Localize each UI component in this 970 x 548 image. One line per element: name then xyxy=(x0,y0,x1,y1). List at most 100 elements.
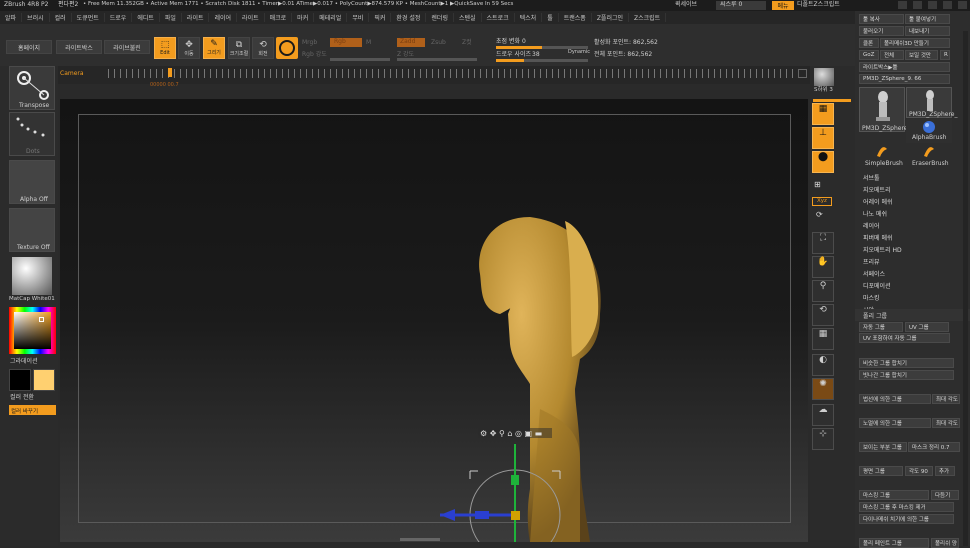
menu-item[interactable]: 레이어 xyxy=(209,13,238,22)
menu-toggle-button[interactable]: 메뉴 xyxy=(772,1,794,10)
import-button[interactable]: 불러오기 xyxy=(859,26,904,36)
perspective-button[interactable]: ▦ xyxy=(812,103,834,125)
menu-item[interactable]: 라이트 xyxy=(237,13,265,22)
polish-slider[interactable]: 폴리쉬 양 xyxy=(931,538,959,548)
transp-button[interactable]: ◐ xyxy=(812,354,834,376)
sdiv-sphere-icon[interactable] xyxy=(814,68,834,86)
tray-menu-item[interactable]: 마스킹 xyxy=(855,291,970,303)
rgb-intensity-slider[interactable] xyxy=(330,58,390,61)
see-through-slider[interactable]: 씨스루 0 xyxy=(716,1,766,10)
menu-item[interactable]: 스텐실 xyxy=(454,13,482,22)
tray-menu-item[interactable]: 서브툴 xyxy=(855,171,970,183)
lightbox-tools-button[interactable]: 라이트박스▶툴 xyxy=(859,62,950,72)
simple-brush-thumb[interactable]: SimpleBrush xyxy=(859,144,905,168)
local-button[interactable]: ⬤ xyxy=(812,151,834,173)
menu-item[interactable]: 도큐먼트 xyxy=(72,13,105,22)
timeline-end-marker[interactable] xyxy=(798,69,807,78)
make-polymesh-button[interactable]: 폴리메쉬3D 만들기 xyxy=(880,38,950,48)
group-by-normal-2-button[interactable]: 노멀에 의한 그룹 xyxy=(859,418,931,428)
menu-item[interactable]: 마커 xyxy=(292,13,315,22)
transpose-button[interactable]: Transpose xyxy=(9,66,55,110)
floor-button[interactable]: ⊥ xyxy=(812,127,834,149)
sculpt-figure[interactable] xyxy=(479,217,601,542)
live-boolean-button[interactable]: 라이브불린 xyxy=(104,40,150,54)
menu-item[interactable]: 파일 xyxy=(160,13,182,22)
minimize-icon[interactable] xyxy=(928,1,937,9)
gradient-toggle[interactable]: 그라데이션 xyxy=(10,359,38,365)
tool-thumb-zsphere-2[interactable]: PM3D_ZSphere_ xyxy=(906,87,957,118)
tool-copy-button[interactable]: 툴 복사 xyxy=(859,14,904,24)
tray-menu-item[interactable]: 서페이스 xyxy=(855,267,970,279)
masking-group-button[interactable]: 마스킹 그룹 xyxy=(859,490,929,500)
color-picker-cursor[interactable] xyxy=(39,317,44,322)
max-angle-slider[interactable]: 최대 각도 xyxy=(932,418,960,428)
r-button[interactable]: R xyxy=(940,50,950,60)
quicksave-button[interactable]: 퀵세이브 xyxy=(675,2,697,8)
weld-slider[interactable]: 마스크 정리 0.7 xyxy=(908,442,960,452)
zcut-button[interactable]: Z컷 xyxy=(462,40,472,46)
alpha-brush-thumb[interactable]: AlphaBrush xyxy=(906,119,952,143)
grid-icon[interactable]: ⊞ xyxy=(814,180,832,192)
tray-menu-item[interactable]: 지오메트리 xyxy=(855,183,970,195)
menu-item[interactable]: 툴 xyxy=(542,13,559,22)
plane-group-button[interactable]: 평면 그룹 xyxy=(859,466,903,476)
menu-item[interactable]: 에디트 xyxy=(132,13,160,22)
rgb-button[interactable]: Rgb xyxy=(330,38,362,47)
lightbox-button[interactable]: 라이트박스 xyxy=(56,40,102,54)
merge-similar-groups-button[interactable]: 비슷한 그룹 합치기 xyxy=(859,358,954,368)
auto-group-uv-button[interactable]: UV 포함하여 자동 그룹 xyxy=(859,333,950,343)
zadd-button[interactable]: Zadd xyxy=(397,38,425,47)
tray-menu-item[interactable]: 레이어 xyxy=(855,219,970,231)
dynamic-toggle[interactable]: Dynamic xyxy=(568,50,590,55)
add-button[interactable]: 추가 xyxy=(935,466,955,476)
tray-menu-item[interactable]: 나노 메쉬 xyxy=(855,207,970,219)
rotate-view-button[interactable]: ⟲ xyxy=(812,304,834,326)
menu-item[interactable]: 픽커 xyxy=(369,13,392,22)
color-picker-square[interactable] xyxy=(14,312,51,349)
dynamesh-group-button[interactable]: 다이나메쉬 치기에 의한 그룹 xyxy=(859,514,954,524)
tray-menu-item[interactable]: 디포메이션 xyxy=(855,279,970,291)
maximize-icon[interactable] xyxy=(943,1,952,9)
default-zscript-button[interactable]: 디폴트Z스크립트 xyxy=(797,2,840,8)
menu-item[interactable]: 스트로크 xyxy=(482,13,515,22)
home-page-button[interactable]: 홈페이지 xyxy=(6,40,52,54)
texture-off-button[interactable]: Texture Off xyxy=(9,208,55,252)
group-by-normals-button[interactable]: 법선에 의한 그룹 xyxy=(859,394,931,404)
menu-item[interactable]: 드로우 xyxy=(105,13,133,22)
angle-slider[interactable]: 각도 90 xyxy=(905,466,933,476)
menu-item[interactable]: 매크로 xyxy=(265,13,293,22)
menu-item[interactable]: Z플러그인 xyxy=(592,13,630,22)
rotate-button[interactable]: ⟲ 회전 xyxy=(252,37,274,59)
close-icon[interactable] xyxy=(958,1,967,9)
uv-group-button[interactable]: UV 그룹 xyxy=(905,322,949,332)
xpose-button[interactable]: ⊹ xyxy=(812,428,834,450)
menu-item[interactable]: 텍스처 xyxy=(515,13,543,22)
matcap-material-button[interactable] xyxy=(12,257,52,295)
max-tolerance-slider[interactable]: 최대 각도 xyxy=(932,394,960,404)
rotate-axis-icon[interactable]: ⟳ xyxy=(816,210,823,219)
color-change-button[interactable]: 컬러 바꾸기 xyxy=(9,405,56,415)
menu-item[interactable]: 메테리얼 xyxy=(314,13,348,22)
tray-menu-item[interactable]: 어레이 메쉬 xyxy=(855,195,970,207)
tray-menu-item[interactable]: 프리뷰 xyxy=(855,255,970,267)
mrgb-button[interactable]: Mrgb xyxy=(302,40,317,46)
clear-slider[interactable]: 다듬기 xyxy=(931,490,959,500)
stroke-dots-button[interactable]: Dots xyxy=(9,112,55,156)
model-view[interactable]: ⚙ ✥ ⚲ ⌂ ◎ ▣ ▬ xyxy=(60,99,808,542)
polygroups-section[interactable]: 폴리 그룹 xyxy=(855,309,970,321)
zoom-view-button[interactable]: ⚲ xyxy=(812,280,834,302)
move-button[interactable]: ✥ 이동 xyxy=(178,37,200,59)
alpha-off-button[interactable]: Alpha Off xyxy=(9,160,55,204)
help-icon[interactable] xyxy=(898,1,907,9)
menu-item[interactable]: 렌더링 xyxy=(426,13,454,22)
export-button[interactable]: 내보내기 xyxy=(905,26,950,36)
main-color-swatch[interactable] xyxy=(33,369,55,391)
auto-group-button[interactable]: 자동 그룹 xyxy=(859,322,903,332)
goz-button[interactable]: GoZ xyxy=(859,50,879,60)
z-intensity-slider[interactable] xyxy=(397,58,477,61)
menu-item[interactable]: 브러시 xyxy=(22,13,50,22)
menu-item[interactable]: 컬러 xyxy=(50,13,72,22)
zsub-button[interactable]: Zsub xyxy=(431,40,446,46)
merge-stray-groups-button[interactable]: 빗나간 그룹 합치기 xyxy=(859,370,954,380)
solo-button[interactable]: ☁ xyxy=(812,404,834,426)
